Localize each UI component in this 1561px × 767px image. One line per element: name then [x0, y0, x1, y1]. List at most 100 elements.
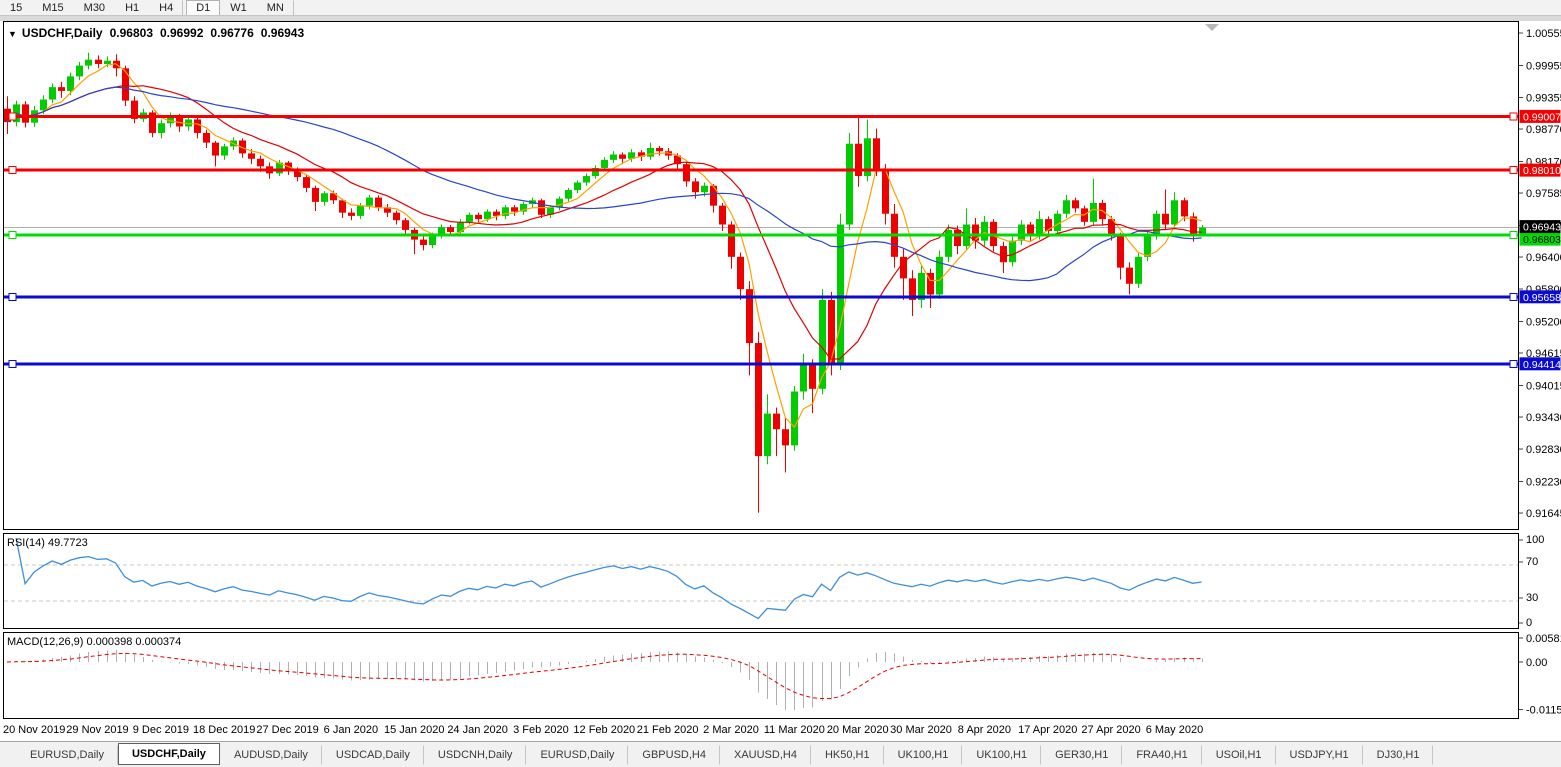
candle-body — [122, 68, 129, 100]
price-line-label: 0.96803 — [1520, 233, 1561, 247]
rsi-tick-label: 30 — [1526, 592, 1538, 604]
candle-body — [683, 164, 690, 181]
chart-title: ▼USDCHF,Daily0.968030.969920.967760.9694… — [8, 26, 304, 40]
candle-body — [647, 148, 654, 157]
candle-body — [981, 222, 988, 241]
chart-tab-XAUUSD-H4[interactable]: XAUUSD,H4 — [720, 745, 811, 765]
candle-body — [583, 176, 590, 182]
date-label: 21 Feb 2020 — [637, 724, 699, 736]
candle-body — [257, 159, 264, 167]
chart-tab-USDJPY-H1[interactable]: USDJPY,H1 — [1276, 745, 1363, 765]
candle-body — [1000, 246, 1007, 262]
chart-tab-USDCAD-Daily[interactable]: USDCAD,Daily — [322, 745, 424, 765]
candle-body — [701, 186, 708, 192]
candle-body — [484, 212, 491, 220]
chart-tab-GER30-H1[interactable]: GER30,H1 — [1041, 745, 1122, 765]
chart-tab-EURUSD-Daily[interactable]: EURUSD,Daily — [16, 745, 118, 765]
candle-body — [393, 213, 400, 221]
candle-body — [203, 133, 210, 143]
candle-body — [809, 365, 816, 389]
price-tick-label: 0.92230 — [1526, 476, 1561, 488]
candle-body — [357, 206, 364, 216]
candle-body — [158, 123, 165, 133]
chart-tab-GBPUSD-H4[interactable]: GBPUSD,H4 — [628, 745, 720, 765]
chart-tab-UK100-H1[interactable]: UK100,H1 — [962, 745, 1041, 765]
rsi-panel — [4, 534, 1519, 629]
rsi-indicator-label: RSI(14) 49.7723 — [7, 537, 88, 549]
candle-body — [1009, 241, 1016, 263]
price-line-label: 0.99007 — [1520, 110, 1561, 124]
candle-body — [800, 365, 807, 392]
ohlc-open: 0.96803 — [110, 26, 153, 40]
candle-body — [773, 414, 780, 430]
date-label: 20 Mar 2020 — [827, 724, 889, 736]
candle-body — [511, 207, 518, 211]
candle-body — [565, 190, 572, 199]
date-axis: 20 Nov 201929 Nov 20199 Dec 201918 Dec 2… — [3, 724, 1203, 736]
candle-body — [429, 235, 436, 245]
candle-body — [402, 220, 409, 230]
candle-body — [1063, 200, 1070, 213]
candle-body — [574, 182, 581, 190]
candle-body — [1153, 214, 1160, 236]
price-line-label-text: 0.99007 — [1523, 111, 1561, 123]
price-tick-label: 0.99355 — [1526, 93, 1561, 105]
candle-body — [1181, 200, 1188, 216]
candle-body — [737, 257, 744, 289]
date-label: 3 Feb 2020 — [513, 724, 569, 736]
date-label: 24 Jan 2020 — [447, 724, 508, 736]
candle-body — [303, 177, 310, 188]
candle-body — [95, 60, 102, 64]
date-label: 6 May 2020 — [1146, 724, 1203, 736]
chart-tab-DJ30-H1[interactable]: DJ30,H1 — [1363, 745, 1434, 765]
line-end-marker — [1510, 360, 1517, 367]
candle-body — [610, 154, 617, 159]
chart-tab-AUDUSD-Daily[interactable]: AUDUSD,Daily — [220, 745, 322, 765]
date-label: 18 Dec 2019 — [193, 724, 255, 736]
ohlc-low: 0.96776 — [210, 26, 253, 40]
line-end-marker — [9, 360, 16, 367]
candle-body — [104, 61, 111, 64]
macd-panel — [4, 633, 1519, 719]
price-line-label-text: 0.95658 — [1523, 292, 1561, 304]
price-tick-label: 0.95200 — [1526, 316, 1561, 328]
chart-tab-USOil-H1[interactable]: USOil,H1 — [1202, 745, 1276, 765]
chart-tab-USDCHF-Daily[interactable]: USDCHF,Daily — [118, 743, 220, 765]
candle-body — [782, 429, 789, 445]
candle-body — [1090, 203, 1097, 222]
chart-tab-EURUSD-Daily[interactable]: EURUSD,Daily — [526, 745, 628, 765]
candle-body — [873, 138, 880, 170]
candle-body — [954, 230, 961, 246]
candle-body — [375, 198, 382, 208]
price-line-label: 0.95658 — [1520, 290, 1561, 304]
candle-body — [67, 76, 74, 91]
line-end-marker — [9, 293, 16, 300]
date-label: 29 Nov 2019 — [66, 724, 128, 736]
price-line-label: 0.98010 — [1520, 164, 1561, 178]
candle-body — [656, 148, 663, 151]
chart-dropdown-icon[interactable]: ▼ — [8, 29, 17, 39]
chart-tab-USDCNH-Daily[interactable]: USDCNH,Daily — [424, 745, 527, 765]
candle-body — [248, 153, 255, 158]
rsi-tick-label: 100 — [1526, 534, 1544, 546]
date-label: 12 Feb 2020 — [573, 724, 635, 736]
chart-canvas[interactable]: 1.005550.999550.993550.987700.981700.975… — [0, 0, 1561, 767]
candle-body — [447, 227, 454, 232]
candle-body — [846, 144, 853, 225]
line-end-marker — [1510, 113, 1517, 120]
date-label: 8 Apr 2020 — [958, 724, 1011, 736]
candle-body — [366, 198, 373, 206]
price-tick-label: 0.97585 — [1526, 188, 1561, 200]
candle-body — [212, 143, 219, 156]
chart-symbol-period: USDCHF,Daily — [22, 26, 103, 40]
candle-body — [321, 193, 328, 202]
chart-tab-FRA40-H1[interactable]: FRA40,H1 — [1122, 745, 1201, 765]
chart-tab-HK50-H1[interactable]: HK50,H1 — [811, 745, 884, 765]
price-tick-label: 0.93430 — [1526, 412, 1561, 424]
price-line-label-text: 0.96803 — [1523, 234, 1561, 246]
price-tick-label: 1.00555 — [1526, 28, 1561, 40]
candle-body — [1144, 235, 1151, 257]
date-label: 2 Mar 2020 — [703, 724, 759, 736]
chart-tab-UK100-H1[interactable]: UK100,H1 — [884, 745, 963, 765]
candle-body — [710, 186, 717, 206]
